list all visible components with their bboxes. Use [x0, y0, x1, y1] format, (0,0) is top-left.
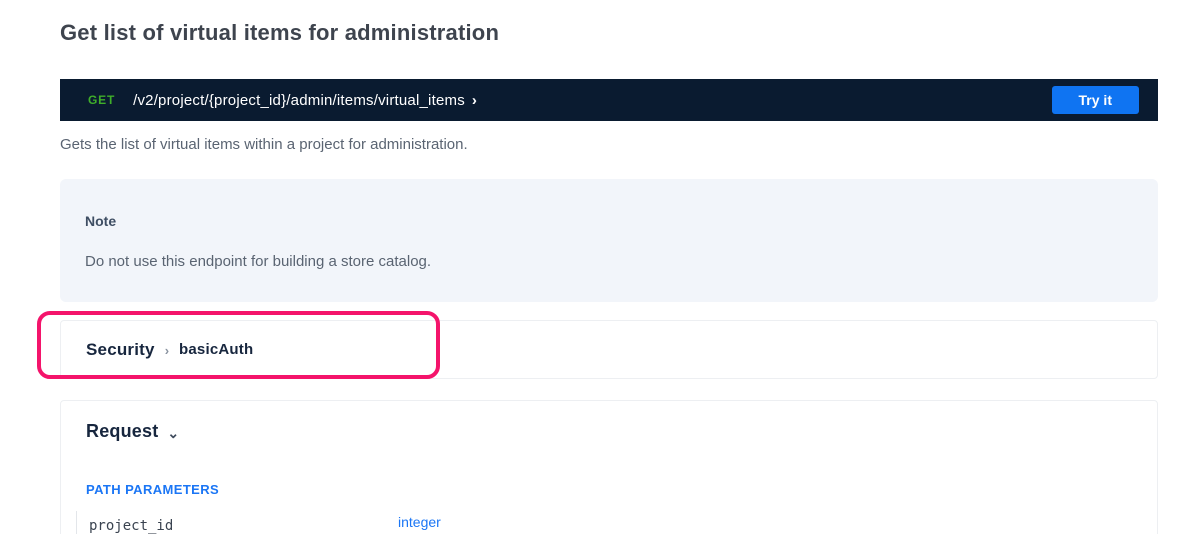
parameter-row: project_id integer [76, 511, 1157, 534]
parameter-name: project_id [89, 511, 398, 534]
chevron-right-icon: › [472, 92, 477, 109]
note-callout: Note Do not use this endpoint for buildi… [60, 179, 1158, 302]
http-method-badge: GET [88, 93, 115, 107]
api-doc-page: Get list of virtual items for administra… [60, 0, 1158, 534]
path-parameters-heading: PATH PARAMETERS [86, 482, 1157, 497]
security-label: Security [86, 340, 155, 360]
request-section: Request ⌄ PATH PARAMETERS project_id int… [60, 400, 1158, 534]
endpoint-bar[interactable]: GET /v2/project/{project_id}/admin/items… [60, 79, 1158, 121]
security-scheme-basicauth[interactable]: basicAuth [179, 341, 253, 358]
endpoint-path: /v2/project/{project_id}/admin/items/vir… [133, 92, 465, 109]
page-title: Get list of virtual items for administra… [60, 0, 1158, 46]
parameter-type: integer [398, 511, 441, 530]
note-title: Note [85, 213, 1133, 229]
request-label: Request [86, 421, 158, 442]
chevron-right-icon: › [165, 343, 169, 358]
note-body: Do not use this endpoint for building a … [85, 253, 1133, 271]
security-section[interactable]: Security › basicAuth [60, 320, 1158, 379]
endpoint-description: Gets the list of virtual items within a … [60, 135, 1158, 155]
try-it-button[interactable]: Try it [1052, 86, 1139, 114]
request-section-header[interactable]: Request ⌄ [86, 421, 1157, 442]
chevron-down-icon: ⌄ [167, 428, 179, 438]
